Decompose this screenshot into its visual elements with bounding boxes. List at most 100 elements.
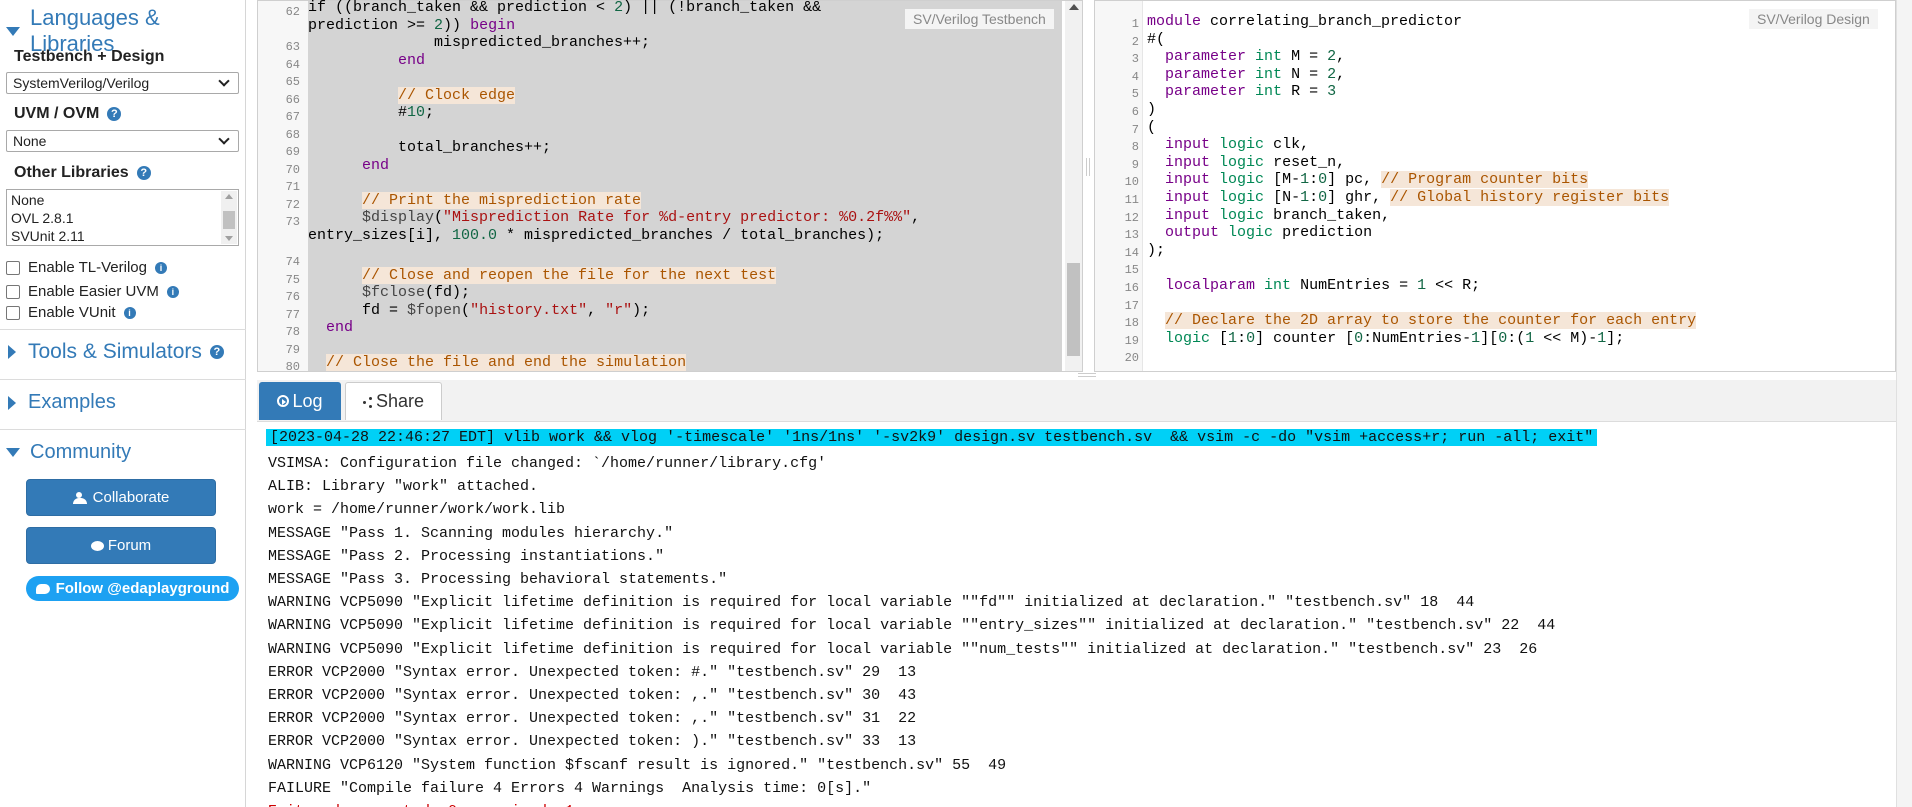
code-line[interactable]: entry_sizes[i], 100.0 * mispredicted_bra… [308,227,884,244]
code-line[interactable]: output logic prediction [1147,224,1372,241]
checkbox-box[interactable] [6,260,20,275]
code-line[interactable]: parameter int M = 2, [1147,48,1345,65]
forum-button[interactable]: Forum [26,527,216,564]
info-icon[interactable]: i [123,306,136,319]
code-line[interactable]: #10; [308,104,434,121]
log-line: ERROR VCP2000 "Syntax error. Unexpected … [268,687,917,704]
examples-header[interactable]: Examples [0,391,116,414]
code-line[interactable]: total_branches++; [308,139,551,156]
line-number: 8 [1131,140,1139,155]
checkbox-box[interactable] [6,305,20,320]
log-line: WARNING VCP6120 "System function $fscanf… [268,756,1007,774]
list-item[interactable]: SVUnit 2.11 [11,227,234,245]
log-line: ALIB: Library "work" attached. [268,478,539,496]
list-item[interactable]: None [11,191,234,209]
code-line[interactable]: input logic branch_taken, [1147,207,1390,224]
code-line[interactable]: // Close and reopen the file for the nex… [308,266,777,284]
collaborate-button[interactable]: Collaborate [26,479,216,516]
help-icon[interactable]: ? [107,107,122,121]
line-number: 5 [1131,87,1139,102]
log-output: [2023-04-28 22:46:27 EDT] vlib work && v… [257,422,1896,807]
enable-tl-verilog-checkbox[interactable]: Enable TL-Verilog i [6,259,167,276]
code-line[interactable]: $display("Misprediction Rate for %d-entr… [308,209,920,226]
tab-share[interactable]: Share [345,382,442,420]
code-line[interactable]: // Print the misprediction rate [308,191,642,209]
scrollbar-thumb[interactable] [223,211,235,229]
log-line: work = /home/runner/work/work.lib [268,501,566,519]
code-line[interactable]: parameter int R = 3 [1147,83,1336,100]
checkbox-box[interactable] [6,284,20,299]
help-icon[interactable]: ? [209,345,224,359]
chevron-down-icon [218,74,230,87]
testbench-editor[interactable]: 62 if ((branch_taken && prediction < 2) |… [257,0,1083,374]
code-line[interactable]: logic [1:0] counter [0:NumEntries-1][0:(… [1147,330,1624,347]
design-editor[interactable]: 1 module correlating_branch_predictor 2 #(3… [1094,0,1896,372]
line-number: 4 [1131,69,1139,84]
horizontal-splitter[interactable] [1078,373,1096,377]
other-libraries-list[interactable]: None OVL 2.8.1 SVUnit 2.11 [6,189,239,246]
line-number: 73 [285,215,300,229]
info-icon[interactable]: i [166,285,179,298]
code-line[interactable]: localparam int NumEntries = 1 << R; [1147,277,1480,294]
code-line[interactable]: #( [1147,31,1165,48]
line-number: 11 [1124,193,1139,207]
log-line: ERROR VCP2000 "Syntax error. Unexpected … [268,663,917,681]
code-line[interactable]: // Clock edge [308,86,516,104]
help-icon[interactable]: ? [136,166,151,180]
vertical-splitter[interactable] [1086,158,1090,176]
log-line: VSIMSA: Configuration file changed: `/ho… [268,455,827,472]
arrow-up-icon[interactable] [1069,4,1079,10]
line-number: 77 [285,307,300,322]
code-line[interactable]: input logic reset_n, [1147,154,1345,171]
code-line[interactable]: module correlating_branch_predictor [1147,13,1462,30]
code-line[interactable]: prediction >= 2)) begin [308,17,515,34]
line-number: 75 [285,272,300,287]
info-icon[interactable]: i [154,261,167,274]
enable-easier-uvm-checkbox[interactable]: Enable Easier UVM i [6,283,179,300]
line-number: 78 [285,325,300,339]
scrollbar[interactable] [1065,1,1082,371]
tools-simulators-header[interactable]: Tools & Simulators ? [0,340,224,364]
line-number: 65 [285,75,300,89]
community-header[interactable]: Community [0,441,131,464]
code-line[interactable]: end [308,319,353,336]
chevron-down-icon [6,448,20,457]
uvm-ovm-select[interactable]: None [6,130,239,152]
code-line[interactable]: end [308,52,425,69]
code-line[interactable]: // Close the file and end the simulation [308,354,687,371]
code-line[interactable]: input logic [M-1:0] pc, // Program count… [1147,171,1589,189]
line-number: 12 [1124,210,1139,225]
follow-twitter-button[interactable]: Follow @edaplayground [26,576,239,601]
page-scrollbar[interactable] [1896,0,1912,807]
log-line: ERROR VCP2000 "Syntax error. Unexpected … [268,710,917,728]
enable-vunit-checkbox[interactable]: Enable VUnit i [6,304,136,321]
code-line[interactable]: parameter int N = 2, [1147,66,1345,83]
divider [0,329,246,330]
line-number: 62 [285,5,300,19]
line-number: 20 [1124,351,1139,366]
code-line[interactable]: input logic [N-1:0] ghr, // Global histo… [1147,189,1670,206]
code-line[interactable]: // Declare the 2D array to store the cou… [1147,312,1697,330]
code-line[interactable]: end [308,157,389,174]
scrollbar-thumb[interactable] [1067,263,1080,356]
list-item[interactable]: OVL 2.8.1 [11,209,234,227]
line-number: 72 [285,197,300,212]
code-line[interactable]: input logic clk, [1147,136,1309,153]
scrollbar[interactable] [221,191,237,244]
code-line[interactable]: ); [1147,242,1165,259]
line-number: 9 [1131,157,1139,172]
line-number: 17 [1124,298,1139,313]
code-line[interactable]: fd = $fopen("history.txt", "r"); [308,302,650,319]
code-line[interactable]: $fclose(fd); [308,284,470,301]
tab-log[interactable]: Log [259,382,341,420]
code-line[interactable]: ) [1147,101,1156,118]
chevron-down-icon [6,26,20,36]
testbench-design-select[interactable]: SystemVerilog/Verilog [6,72,239,94]
code-line[interactable]: mispredicted_branches++; [308,34,650,51]
log-line: WARNING VCP5090 "Explicit lifetime defin… [268,640,1538,658]
line-number: 74 [285,255,300,269]
log-line: MESSAGE "Pass 1. Scanning modules hierar… [268,524,674,542]
code-line[interactable]: if ((branch_taken && prediction < 2) || … [308,0,821,16]
code-line[interactable]: ( [1147,119,1156,136]
line-number: 80 [285,360,300,374]
